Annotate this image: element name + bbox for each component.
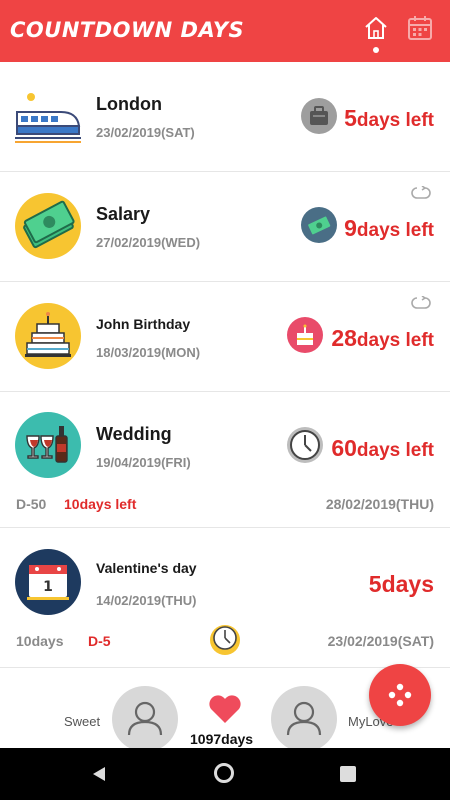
clock-icon bbox=[287, 427, 323, 463]
home-circle-icon[interactable] bbox=[214, 763, 234, 783]
calendar-icon: 1 bbox=[15, 549, 81, 615]
back-icon[interactable] bbox=[90, 765, 108, 788]
milestone-date: 23/02/2019(SAT) bbox=[327, 633, 434, 649]
app-title: COUNTDOWN DAYS bbox=[10, 18, 245, 42]
person-icon[interactable] bbox=[271, 686, 337, 752]
list-item[interactable]: Wedding 19/04/2019(FRI) 60days left D-50… bbox=[0, 392, 450, 528]
event-name: London bbox=[96, 94, 162, 114]
calendar-icon[interactable] bbox=[406, 14, 434, 42]
days-left: 5days left bbox=[344, 105, 434, 131]
days-left: 60days left bbox=[331, 435, 434, 461]
event-name: John Birthday bbox=[96, 316, 191, 332]
home-icon[interactable] bbox=[362, 14, 390, 42]
dday-label: D-5 bbox=[88, 633, 111, 649]
total-days: 1097days bbox=[190, 731, 254, 747]
list-item[interactable]: London 23/02/2019(SAT) 5days left bbox=[0, 62, 450, 172]
event-name: Wedding bbox=[96, 424, 172, 444]
money-icon bbox=[15, 193, 81, 259]
event-name: Salary bbox=[96, 204, 151, 224]
heart-icon bbox=[208, 694, 242, 724]
recent-apps-icon[interactable] bbox=[340, 766, 356, 782]
event-date: 14/02/2019(THU) bbox=[96, 593, 197, 608]
dots-icon bbox=[388, 683, 412, 707]
elapsed-days: 10days bbox=[16, 633, 64, 649]
left-person-name: Sweet bbox=[64, 714, 101, 729]
luggage-icon bbox=[301, 98, 337, 134]
add-event-button[interactable] bbox=[369, 664, 431, 726]
milestone-days-left: 10days left bbox=[64, 496, 137, 512]
days-left: 28days left bbox=[331, 325, 434, 351]
list-item[interactable]: Salary 27/02/2019(WED) 9days left bbox=[0, 172, 450, 282]
event-name: Valentine's day bbox=[96, 560, 197, 576]
dday-label: D-50 bbox=[16, 496, 47, 512]
person-icon[interactable] bbox=[112, 686, 178, 752]
repeat-icon bbox=[408, 295, 434, 310]
cake-icon bbox=[15, 303, 81, 369]
wine-icon bbox=[15, 412, 81, 478]
milestone-date: 28/02/2019(THU) bbox=[325, 496, 434, 512]
app-header: COUNTDOWN DAYS bbox=[0, 0, 450, 62]
list-item[interactable]: John Birthday 18/03/2019(MON) 28days lef… bbox=[0, 282, 450, 392]
event-date: 18/03/2019(MON) bbox=[96, 345, 201, 360]
event-date: 27/02/2019(WED) bbox=[96, 235, 201, 250]
event-date: 23/02/2019(SAT) bbox=[96, 125, 195, 140]
cake-icon bbox=[287, 317, 323, 353]
days-count: 5days bbox=[368, 571, 434, 597]
days-left: 9days left bbox=[344, 215, 434, 241]
event-date: 19/04/2019(FRI) bbox=[96, 455, 191, 470]
money-icon bbox=[301, 207, 337, 243]
train-icon bbox=[15, 84, 81, 150]
active-tab-indicator bbox=[373, 47, 379, 53]
list-item[interactable]: 1 Valentine's day 14/02/2019(THU) 5days … bbox=[0, 528, 450, 668]
repeat-icon bbox=[408, 185, 434, 200]
clock-icon bbox=[210, 625, 240, 655]
svg-text:1: 1 bbox=[43, 579, 53, 595]
